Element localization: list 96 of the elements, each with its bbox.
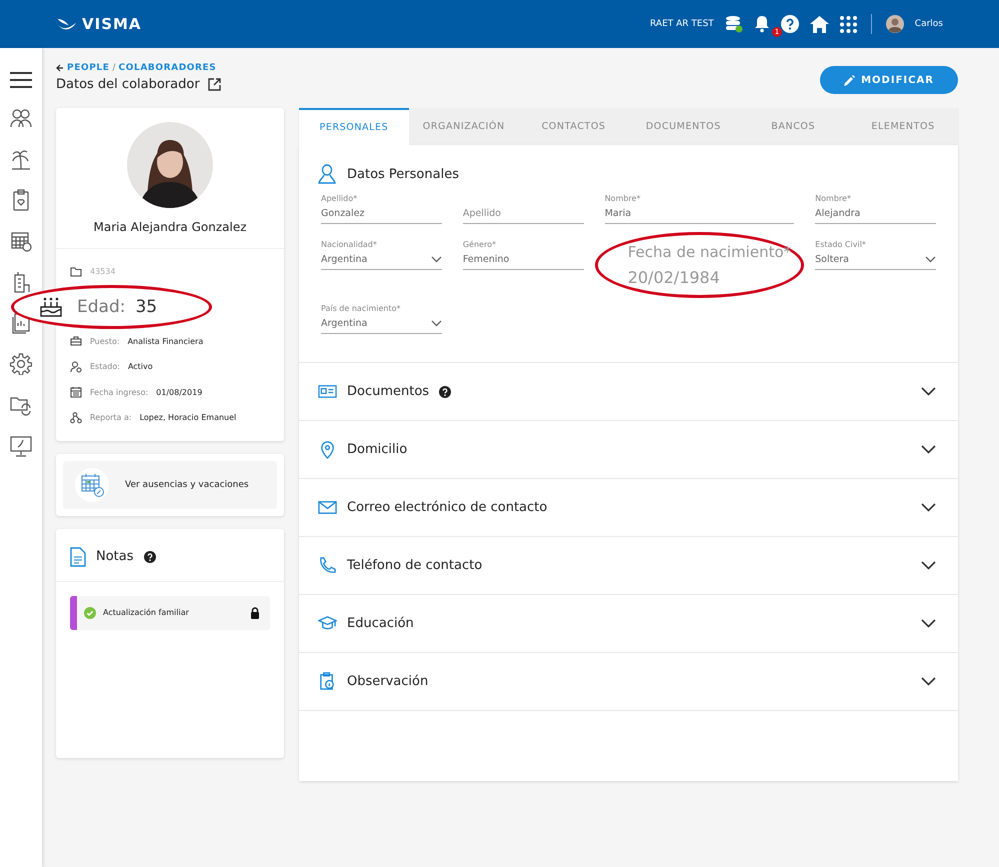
- chevron-down-icon: [430, 256, 442, 263]
- monitor-icon[interactable]: [10, 435, 32, 457]
- tab[interactable]: BANCOS: [738, 108, 848, 145]
- birth-date-value: 20/02/1984: [628, 268, 721, 287]
- field-label: Nombre*: [815, 194, 852, 204]
- tab[interactable]: CONTACTOS: [518, 108, 628, 145]
- field-label: Nacionalidad*: [321, 240, 378, 250]
- info-value: Lopez, Horacio Emanuel: [140, 413, 236, 422]
- menu-icon[interactable]: [10, 72, 32, 88]
- clipboard-info-icon: [318, 672, 337, 691]
- breadcrumb-separator: /: [112, 63, 116, 73]
- notification-bell-icon[interactable]: [754, 15, 770, 33]
- input-field[interactable]: Femenino: [462, 253, 584, 270]
- id-card-icon: [318, 382, 337, 401]
- tab[interactable]: ELEMENTOS: [848, 108, 958, 145]
- breadcrumb-link[interactable]: COLABORADORES: [118, 63, 216, 73]
- note-item[interactable]: Actualización familiar: [70, 596, 270, 630]
- absences-link[interactable]: Ver ausencias y vacaciones: [63, 460, 277, 508]
- chevron-down-icon: [921, 387, 936, 396]
- field-label: Apellido*: [321, 194, 358, 204]
- person-icon: [318, 164, 336, 184]
- accordion-header[interactable]: Correo electrónico de contacto: [299, 479, 958, 537]
- select-field[interactable]: Argentina: [321, 253, 442, 270]
- info-label: Fecha ingreso:: [90, 388, 148, 397]
- pencil-icon: [844, 74, 856, 86]
- info-value: Activo: [128, 362, 153, 372]
- chevron-down-icon: [921, 561, 936, 570]
- chevron-down-icon: [430, 320, 442, 327]
- edit-button[interactable]: MODIFICAR: [820, 66, 958, 94]
- info-label: Reporta a:: [90, 413, 132, 422]
- tab[interactable]: DOCUMENTOS: [628, 108, 738, 145]
- hierarchy-icon: [70, 412, 82, 424]
- page-title: Datos del colaborador: [56, 77, 200, 92]
- folder-icon: [70, 266, 82, 278]
- note-text: Actualización familiar: [103, 608, 190, 617]
- briefcase-icon: [70, 335, 82, 348]
- environment-label: RAET AR TEST: [650, 19, 714, 29]
- notes-title: Notas: [96, 549, 134, 564]
- accordion-header[interactable]: Domicilio: [299, 421, 958, 479]
- chevron-down-icon: [921, 503, 936, 512]
- info-value: Analista Financiera: [128, 336, 204, 346]
- palm-tree-icon[interactable]: [10, 148, 32, 170]
- info-label: Puesto:: [90, 336, 120, 346]
- people-icon[interactable]: [10, 107, 32, 129]
- tab[interactable]: ORGANIZACIÓN: [408, 108, 519, 145]
- home-icon[interactable]: [810, 16, 829, 32]
- employee-name: Maria Alejandra Gonzalez: [56, 208, 284, 249]
- section-title: Datos Personales: [347, 166, 459, 182]
- chevron-down-icon: [921, 445, 936, 454]
- chevron-down-icon: [925, 256, 936, 263]
- mail-icon: [318, 498, 337, 517]
- breadcrumb-link[interactable]: PEOPLE: [67, 63, 110, 73]
- back-arrow-icon[interactable]: [56, 64, 64, 72]
- calendar-icon: [70, 386, 82, 398]
- accordion-header[interactable]: Educación: [299, 595, 958, 653]
- info-value: 01/08/2019: [156, 388, 202, 397]
- settings-icon[interactable]: [10, 353, 32, 375]
- database-icon[interactable]: [724, 15, 743, 33]
- app-grid-icon[interactable]: [840, 16, 857, 32]
- tab[interactable]: PERSONALES: [299, 108, 409, 145]
- chevron-down-icon: [921, 677, 936, 686]
- accordion-header[interactable]: Documentos: [299, 363, 958, 421]
- field-label: Nombre*: [604, 194, 642, 204]
- brand-name: VISMA: [82, 15, 142, 33]
- help-icon[interactable]: [144, 550, 156, 562]
- external-link-icon[interactable]: [208, 78, 221, 91]
- phone-icon: [318, 556, 337, 575]
- cake-icon: [39, 296, 63, 318]
- input-field[interactable]: Gonzalez: [321, 207, 442, 224]
- info-value: 43534: [90, 267, 116, 276]
- document-icon: [70, 546, 86, 566]
- age-label: Edad:: [77, 296, 126, 316]
- chevron-down-icon: [921, 619, 936, 628]
- field-label: Género*: [462, 240, 497, 250]
- accordion-header[interactable]: Teléfono de contacto: [299, 537, 958, 595]
- input-field[interactable]: Maria: [604, 207, 794, 224]
- select-field[interactable]: Argentina: [321, 317, 442, 334]
- help-icon[interactable]: [439, 386, 452, 398]
- field-label: País de nacimiento*: [321, 304, 402, 314]
- person-status-icon: [70, 360, 82, 373]
- user-name[interactable]: Carlos: [914, 19, 943, 29]
- input-field[interactable]: Alejandra: [815, 207, 936, 224]
- calendar-edit-icon: [75, 468, 109, 502]
- input-field[interactable]: Apellido: [462, 207, 584, 224]
- help-icon[interactable]: [780, 15, 799, 33]
- user-avatar[interactable]: [886, 15, 904, 33]
- age-value: 35: [135, 296, 158, 316]
- calendar-icon[interactable]: [10, 230, 32, 252]
- logo-icon: [55, 16, 77, 32]
- field-label: Estado Civil*: [815, 240, 867, 250]
- location-pin-icon: [318, 440, 337, 459]
- birth-date-label: Fecha de nacimiento*: [628, 243, 792, 261]
- info-label: Estado:: [90, 362, 120, 372]
- accordion-header[interactable]: Observación: [299, 653, 958, 711]
- select-field[interactable]: Soltera: [815, 253, 936, 270]
- check-icon: [84, 606, 96, 618]
